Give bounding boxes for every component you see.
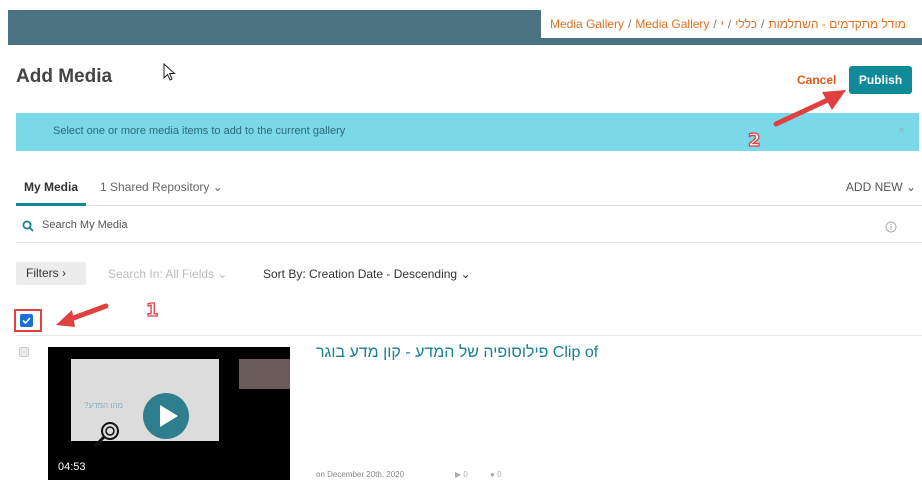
close-icon[interactable]: × bbox=[898, 123, 905, 137]
comments-value: 0 bbox=[497, 470, 502, 479]
entry-title[interactable]: פילוסופיה של המדע - קון מדע בוגר Clip of bbox=[316, 344, 598, 362]
chevron-down-icon: ⌄ bbox=[212, 180, 223, 194]
tab-my-media[interactable]: My Media bbox=[24, 180, 78, 194]
banner-message: Select one or more media items to add to… bbox=[53, 125, 346, 137]
checkmark-icon bbox=[22, 317, 31, 325]
duration-label: 04:53 bbox=[58, 461, 86, 473]
plays-count: ▶ 0 bbox=[455, 470, 468, 479]
search-in-dropdown[interactable]: Search In: All Fields ⌄ bbox=[108, 267, 227, 281]
chevron-right-icon: › bbox=[62, 266, 67, 280]
comment-icon: ● bbox=[490, 470, 495, 479]
row-checkbox[interactable] bbox=[19, 347, 29, 357]
sort-by-label: Sort By: Creation Date - Descending bbox=[263, 267, 458, 281]
publish-button[interactable]: Publish bbox=[849, 66, 912, 94]
filters-label: Filters bbox=[26, 266, 59, 280]
search-row bbox=[16, 207, 922, 243]
annotation-number-2: 2 bbox=[747, 129, 761, 151]
thumbnail-slide-text: מהו המדע? bbox=[84, 401, 123, 410]
chevron-down-icon: ⌄ bbox=[905, 180, 916, 194]
breadcrumb-item-media-gallery-parent[interactable]: Media Gallery bbox=[635, 17, 709, 31]
breadcrumb-item-media-gallery[interactable]: Media Gallery bbox=[550, 17, 624, 31]
chevron-down-icon: ⌄ bbox=[460, 267, 471, 281]
chevron-down-icon: ⌄ bbox=[217, 267, 228, 281]
media-thumbnail[interactable]: מהו המדע? 04:53 bbox=[48, 347, 290, 480]
tab-shared-repository[interactable]: 1 Shared Repository ⌄ bbox=[100, 180, 223, 194]
search-in-label: Search In: All Fields bbox=[108, 267, 215, 281]
info-icon[interactable] bbox=[885, 221, 897, 233]
mouse-cursor-icon bbox=[163, 63, 176, 81]
annotation-arrow-2 bbox=[773, 90, 846, 127]
active-tab-indicator bbox=[16, 203, 86, 206]
annotation-arrow-1 bbox=[56, 303, 109, 327]
comments-count: ● 0 bbox=[490, 470, 502, 479]
play-icon bbox=[160, 405, 178, 427]
select-all-checkbox[interactable] bbox=[20, 314, 33, 327]
annotation-number-1: 1 bbox=[145, 299, 159, 321]
search-input[interactable] bbox=[42, 216, 742, 234]
page-title: Add Media bbox=[16, 66, 113, 87]
search-icon bbox=[22, 220, 34, 232]
tab-bar: My Media 1 Shared Repository ⌄ ADD NEW ⌄ bbox=[16, 172, 922, 206]
play-count-icon: ▶ bbox=[455, 470, 462, 479]
add-new-label: ADD NEW bbox=[845, 180, 903, 194]
filters-button[interactable]: Filters › bbox=[16, 262, 86, 285]
breadcrumb: Media Gallery / Media Gallery / מודל מתקדמים… bbox=[541, 10, 922, 38]
plays-value: 0 bbox=[463, 470, 468, 479]
magnifier-icon bbox=[93, 422, 119, 448]
sort-by-dropdown[interactable]: Sort By: Creation Date - Descending ⌄ bbox=[263, 267, 471, 281]
entry-date: on December 20th, 2020 bbox=[316, 470, 405, 479]
add-new-button[interactable]: ADD NEW ⌄ bbox=[846, 180, 916, 194]
breadcrumb-item-course[interactable]: מודל מתקדמים - השתלמות bbox=[768, 17, 905, 31]
divider bbox=[16, 335, 922, 336]
thumbnail-speaker-video bbox=[239, 359, 290, 389]
breadcrumb-item-general[interactable]: כללי bbox=[735, 17, 757, 31]
tab-shared-label: 1 Shared Repository bbox=[100, 180, 210, 194]
